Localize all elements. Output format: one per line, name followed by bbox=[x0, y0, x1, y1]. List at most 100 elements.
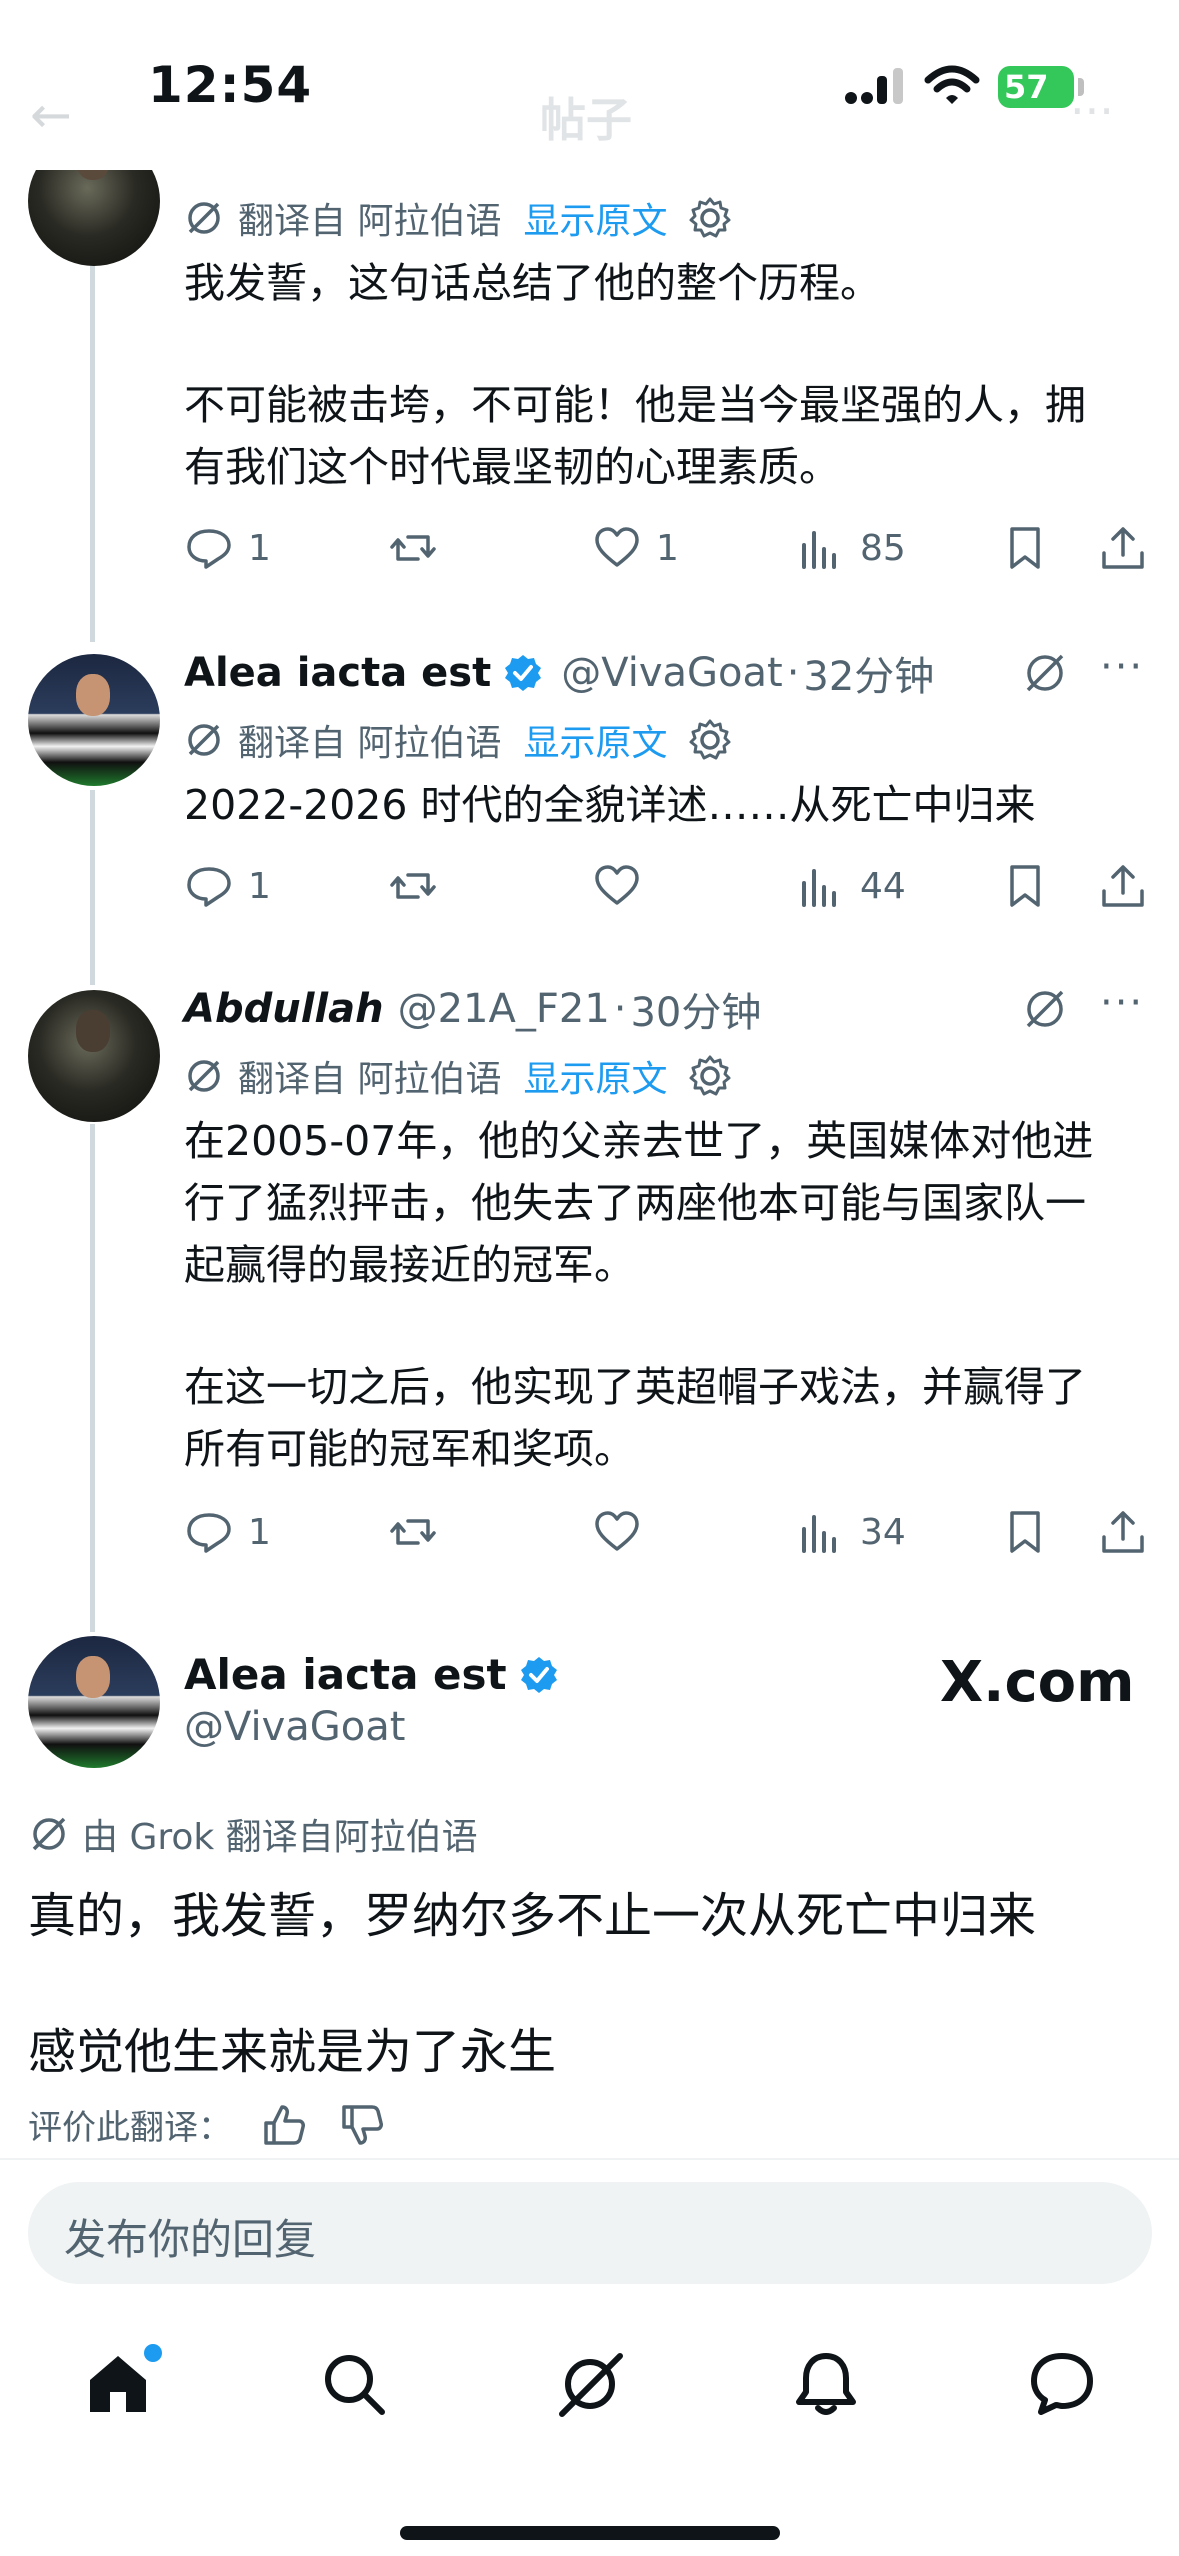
repost-button[interactable] bbox=[388, 518, 452, 578]
grok-icon[interactable] bbox=[1020, 984, 1070, 1034]
grok-icon bbox=[188, 1060, 220, 1092]
tweet-paragraph: 不可能被击垮，不可能！他是当今最坚强的人，拥有我们这个时代最坚韧的心理素质。 bbox=[184, 381, 1086, 491]
nav-grok[interactable] bbox=[554, 2348, 634, 2428]
rate-label: 评价此翻译： bbox=[28, 2108, 232, 2148]
handle[interactable]: @VivaGoat bbox=[561, 650, 782, 696]
reply-count: 1 bbox=[248, 527, 271, 569]
reply-button[interactable]: 1 bbox=[184, 1502, 271, 1562]
divider bbox=[0, 2158, 1179, 2160]
notification-dot bbox=[144, 2344, 162, 2362]
views-button[interactable]: 85 bbox=[796, 518, 906, 578]
repost-icon bbox=[390, 535, 436, 561]
handle[interactable]: @21A_F21 bbox=[398, 986, 610, 1032]
battery-indicator: 57 bbox=[998, 66, 1074, 108]
tweet-paragraph: 在2005-07年，他的父亲去世了，英国媒体对他进行了猛烈抨击，他失去了两座他本… bbox=[184, 1117, 1094, 1289]
tweet-paragraph: 我发誓，这句话总结了他的整个历程。 bbox=[184, 259, 881, 307]
bottom-nav bbox=[0, 2320, 1179, 2450]
battery-cap bbox=[1078, 78, 1084, 96]
main-tweet-line: 感觉他生来就是为了永生 bbox=[28, 2024, 557, 2080]
back-icon[interactable]: ← bbox=[30, 86, 72, 144]
bookmark-button[interactable] bbox=[1000, 518, 1050, 578]
display-name[interactable]: Alea iacta est bbox=[184, 650, 491, 696]
share-icon bbox=[1102, 527, 1144, 569]
reply-button[interactable]: 1 bbox=[184, 856, 271, 916]
tweet-header: Alea iacta est @VivaGoat · 32分钟 bbox=[184, 644, 934, 702]
reply-count: 1 bbox=[248, 1511, 271, 1553]
grok-icon bbox=[32, 1817, 66, 1851]
nav-messages[interactable] bbox=[1026, 2348, 1106, 2428]
translate-row: 翻译自 阿拉伯语 显示原文 bbox=[184, 1050, 733, 1102]
status-bar: ← 帖子 ··· 12:54 57 bbox=[0, 0, 1179, 170]
reply-icon bbox=[187, 867, 231, 907]
views-icon bbox=[802, 869, 836, 907]
thumbs-down-icon[interactable] bbox=[338, 2101, 386, 2149]
wifi-icon bbox=[924, 65, 980, 104]
avatar-alea[interactable] bbox=[28, 654, 160, 786]
nav-notifications[interactable] bbox=[790, 2348, 870, 2428]
tweet-actions: 1 34 bbox=[184, 1502, 1164, 1562]
more-options-icon[interactable]: ··· bbox=[1100, 980, 1160, 1030]
share-icon bbox=[1102, 865, 1144, 907]
gear-icon[interactable] bbox=[687, 195, 733, 241]
verified-badge-icon bbox=[520, 1656, 557, 1693]
show-original-link[interactable]: 显示原文 bbox=[523, 192, 667, 244]
display-name[interactable]: Abdullah bbox=[184, 986, 384, 1032]
view-count: 34 bbox=[860, 1511, 906, 1553]
show-original-link[interactable]: 显示原文 bbox=[523, 714, 667, 766]
nav-search[interactable] bbox=[318, 2348, 398, 2428]
rate-translation: 评价此翻译： bbox=[28, 2100, 386, 2149]
search-icon bbox=[325, 2355, 385, 2415]
status-time: 12:54 bbox=[148, 56, 313, 114]
bookmark-button[interactable] bbox=[1000, 856, 1050, 916]
avatar-alea[interactable] bbox=[28, 1636, 160, 1768]
like-count: 1 bbox=[656, 527, 679, 569]
views-button[interactable]: 34 bbox=[796, 1502, 906, 1562]
reply-button[interactable]: 1 bbox=[184, 518, 271, 578]
like-icon bbox=[595, 1511, 639, 1551]
gear-icon[interactable] bbox=[687, 717, 733, 763]
share-button[interactable] bbox=[1098, 1502, 1148, 1562]
handle[interactable]: @VivaGoat bbox=[184, 1704, 405, 1750]
grok-translate-text: 由 Grok 翻译自阿拉伯语 bbox=[82, 1817, 478, 1858]
views-icon bbox=[802, 1515, 836, 1553]
reply-count: 1 bbox=[248, 865, 271, 907]
battery-level: 57 bbox=[1004, 68, 1049, 106]
display-name[interactable]: Alea iacta est bbox=[184, 1650, 507, 1699]
gear-icon[interactable] bbox=[687, 1053, 733, 1099]
more-options-icon[interactable]: ··· bbox=[1100, 644, 1160, 694]
repost-icon bbox=[390, 873, 436, 899]
reply-placeholder: 发布你的回复 bbox=[64, 2215, 317, 2264]
tweet-actions: 1 44 bbox=[184, 856, 1164, 916]
translate-row: 翻译自 阿拉伯语 显示原文 bbox=[184, 192, 733, 244]
tweet-paragraph: 2022-2026 时代的全貌详述……从死亡中归来 bbox=[184, 781, 1036, 829]
view-count: 44 bbox=[860, 865, 906, 907]
views-button[interactable]: 44 bbox=[796, 856, 906, 916]
nav-home[interactable] bbox=[82, 2344, 162, 2428]
bookmark-button[interactable] bbox=[1000, 1502, 1050, 1562]
thread-line bbox=[90, 790, 95, 985]
reply-input[interactable]: 发布你的回复 bbox=[28, 2182, 1152, 2284]
tweet-paragraph: 在这一切之后，他实现了英超帽子戏法，并赢得了所有可能的冠军和奖项。 bbox=[184, 1363, 1086, 1473]
verified-badge-icon bbox=[505, 655, 542, 691]
like-button[interactable] bbox=[592, 856, 656, 916]
repost-button[interactable] bbox=[388, 856, 452, 916]
repost-icon bbox=[390, 1519, 436, 1545]
show-original-link[interactable]: 显示原文 bbox=[523, 1050, 667, 1102]
grok-translation-label: 由 Grok 翻译自阿拉伯语 bbox=[28, 1808, 478, 1860]
header-more-icon[interactable]: ··· bbox=[1070, 84, 1114, 138]
share-button[interactable] bbox=[1098, 518, 1148, 578]
reply-icon bbox=[187, 1513, 231, 1553]
thumbs-up-icon[interactable] bbox=[260, 2101, 308, 2149]
timestamp: 30分钟 bbox=[630, 990, 762, 1036]
grok-icon[interactable] bbox=[1020, 648, 1070, 698]
translate-label: 翻译自 阿拉伯语 bbox=[238, 1059, 502, 1100]
like-button[interactable]: 1 bbox=[592, 518, 679, 578]
repost-button[interactable] bbox=[388, 1502, 452, 1562]
like-icon bbox=[595, 865, 639, 905]
avatar-abdullah[interactable] bbox=[28, 990, 160, 1122]
cellular-signal-icon bbox=[845, 68, 903, 104]
share-button[interactable] bbox=[1098, 856, 1148, 916]
like-button[interactable] bbox=[592, 1502, 656, 1562]
header-title: 帖子 bbox=[540, 93, 632, 147]
share-icon bbox=[1102, 1511, 1144, 1553]
